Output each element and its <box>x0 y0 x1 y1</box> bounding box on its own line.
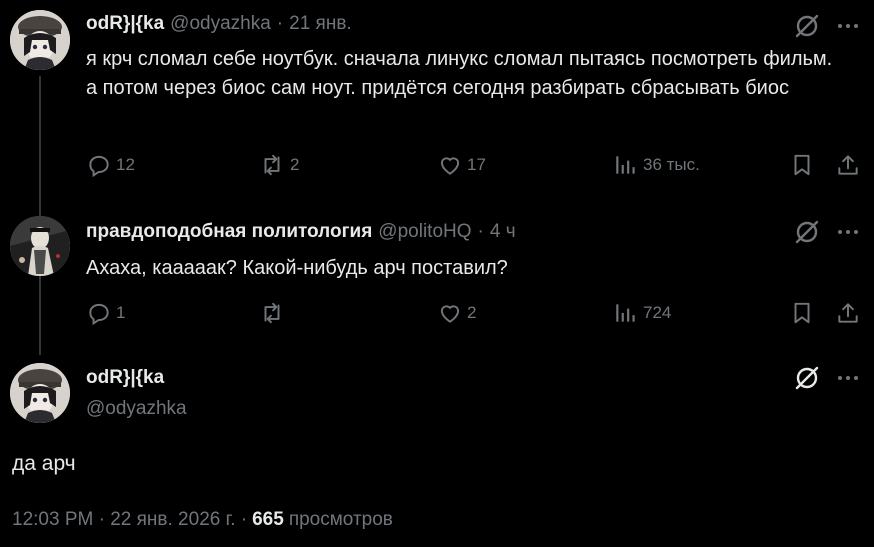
reply-count: 1 <box>116 303 126 322</box>
views-label: просмотров <box>288 509 393 530</box>
timestamp[interactable]: 4 ч <box>490 221 516 243</box>
bookmark-icon[interactable] <box>789 152 815 183</box>
views-button[interactable]: 36 тыс. <box>613 152 700 178</box>
handle[interactable]: @odyazhka <box>86 398 187 420</box>
tweet-text: да арч <box>12 452 76 475</box>
reply-icon <box>86 152 112 178</box>
handle[interactable]: @odyazhka <box>170 13 271 35</box>
reply-button[interactable]: 12 <box>86 152 135 178</box>
views-icon <box>613 152 639 178</box>
repost-button[interactable]: 2 <box>258 152 299 178</box>
tweet-text: я крч сломал себе ноутбук. сначала линук… <box>86 48 833 99</box>
like-icon <box>437 152 463 178</box>
separator: · <box>276 13 284 34</box>
views-icon <box>613 300 639 326</box>
like-count: 17 <box>467 155 486 174</box>
reply-count: 12 <box>116 155 135 174</box>
repost-icon <box>258 300 286 326</box>
more-icon[interactable] <box>836 220 860 249</box>
display-name[interactable]: odR}|{ka <box>86 13 164 35</box>
repost-count: 2 <box>290 155 300 174</box>
views-button[interactable]: 724 <box>613 300 671 326</box>
bookmark-icon[interactable] <box>789 300 815 331</box>
display-name[interactable]: odR}|{ka <box>86 367 164 389</box>
views-count: 36 тыс. <box>643 155 700 174</box>
avatar[interactable] <box>10 216 70 276</box>
avatar[interactable] <box>10 363 70 423</box>
reply-icon <box>86 300 112 326</box>
avatar[interactable] <box>10 10 70 70</box>
repost-icon <box>258 152 286 178</box>
views-count: 665 <box>252 509 284 530</box>
share-icon[interactable] <box>835 300 861 331</box>
handle[interactable]: @politoHQ <box>378 221 471 243</box>
like-count: 2 <box>467 303 477 322</box>
tweet-timestamp[interactable]: 12:03 PM · 22 янв. 2026 г. · <box>12 509 247 531</box>
timestamp[interactable]: 21 янв. <box>289 13 352 35</box>
separator: · <box>477 221 484 242</box>
share-icon[interactable] <box>835 152 861 183</box>
grok-icon[interactable] <box>793 12 821 45</box>
repost-button[interactable] <box>258 300 290 326</box>
like-icon <box>437 300 463 326</box>
like-button[interactable]: 2 <box>437 300 476 326</box>
like-button[interactable]: 17 <box>437 152 486 178</box>
views-count: 724 <box>643 303 672 322</box>
more-icon[interactable] <box>836 14 860 43</box>
more-icon[interactable] <box>836 366 860 395</box>
grok-icon[interactable] <box>793 364 821 397</box>
grok-icon[interactable] <box>793 218 821 251</box>
tweet-text: Ахаха, кааааак? Какой-нибудь арч постави… <box>86 257 508 279</box>
reply-button[interactable]: 1 <box>86 300 125 326</box>
display-name[interactable]: правдоподобная политология <box>86 221 372 243</box>
